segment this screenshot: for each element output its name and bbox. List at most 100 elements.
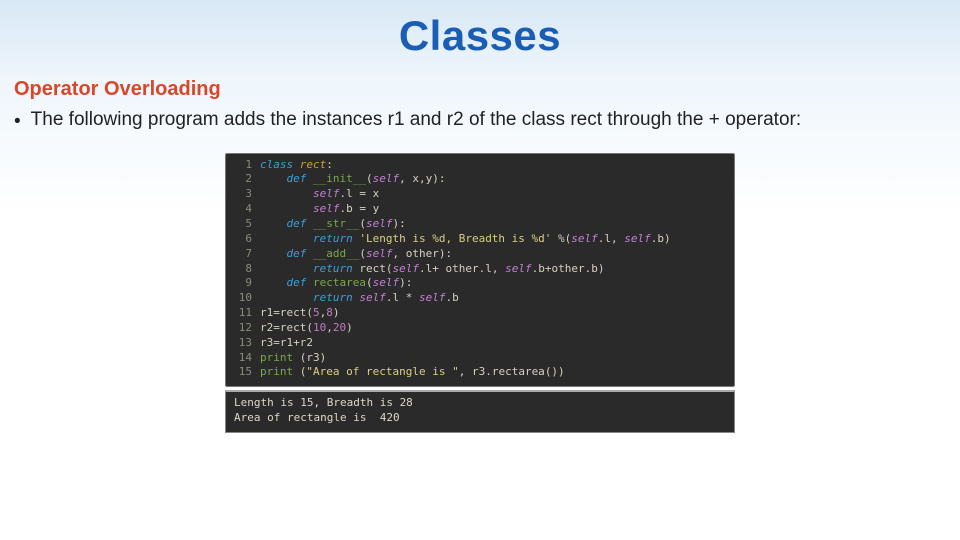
code-token: l [346,187,353,202]
code-token: , [492,262,505,277]
line-number: 15 [230,365,252,380]
code-token: 10 [313,321,326,336]
code-line: 6 return 'Length is %d, Breadth is %d' %… [230,232,726,247]
line-number: 13 [230,336,252,351]
code-token [260,202,313,217]
line-number: 12 [230,321,252,336]
code-token: = [353,187,373,202]
code-token [260,247,287,262]
code-token: ()) [545,365,565,380]
code-token: ): [392,217,405,232]
code-token: rect [359,262,386,277]
code-token: ( [306,306,313,321]
code-token: self [373,172,400,187]
code-token: return [313,291,353,306]
code-line: 7 def __add__(self, other): [230,247,726,262]
code-token: self [359,291,386,306]
code-token: . [598,232,605,247]
code-token: . [585,262,592,277]
code-token: x [412,172,419,187]
code-line: 11r1=rect(5,8) [230,306,726,321]
code-token: x [373,187,380,202]
code-line: 14print (r3) [230,351,726,366]
code-line: 2 def __init__(self, x,y): [230,172,726,187]
code-line: 3 self.l = x [230,187,726,202]
code-token [306,276,313,291]
line-number: 8 [230,262,252,277]
line-number: 9 [230,276,252,291]
line-number: 7 [230,247,252,262]
line-number: 5 [230,217,252,232]
code-token: self [419,291,446,306]
code-token: self [624,232,651,247]
code-token: rect [280,321,307,336]
code-token: . [339,187,346,202]
bullet-item: • The following program adds the instanc… [14,107,946,135]
code-line: 12r2=rect(10,20) [230,321,726,336]
code-token: self [313,187,340,202]
code-token: = [273,336,280,351]
code-token: return [313,232,353,247]
code-token: other [551,262,584,277]
code-token [260,187,313,202]
code-token [293,158,300,173]
code-token: ( [366,172,373,187]
line-number: 14 [230,351,252,366]
code-token [353,232,360,247]
code-token: ( [306,321,313,336]
code-token: l [485,262,492,277]
code-token: self [366,247,393,262]
code-token: r2 [300,336,313,351]
code-token: . [419,262,426,277]
code-token: ( [366,276,373,291]
code-token: def [287,217,307,232]
code-token: self [373,276,400,291]
code-token [306,172,313,187]
code-token: = [353,202,373,217]
code-token: . [651,232,658,247]
code-example: 1class rect:2 def __init__(self, x,y):3 … [225,153,735,433]
code-token [353,291,360,306]
code-token [353,262,360,277]
code-token: print [260,351,293,366]
code-token: self [571,232,598,247]
code-token: other [445,262,478,277]
code-token: b [346,202,353,217]
code-token: . [445,291,452,306]
code-token: b [657,232,664,247]
code-token [306,217,313,232]
code-token: ( [359,217,366,232]
code-token: r1 [280,336,293,351]
code-token: %( [551,232,571,247]
code-token: ( [293,351,306,366]
code-token: 'Length is %d, Breadth is %d' [359,232,551,247]
code-token: def [287,172,307,187]
code-token: + [293,336,300,351]
code-token: "Area of rectangle is " [306,365,458,380]
line-number: 6 [230,232,252,247]
code-token: ( [293,365,306,380]
code-token: , [326,321,333,336]
code-line: 13r3=r1+r2 [230,336,726,351]
code-token: = [273,321,280,336]
section-heading: Operator Overloading [14,78,960,101]
code-editor: 1class rect:2 def __init__(self, x,y):3 … [225,153,735,388]
code-token [260,276,287,291]
code-token: , [392,247,405,262]
code-token: 20 [333,321,346,336]
code-token [260,172,287,187]
code-token [260,291,313,306]
code-token: = [273,306,280,321]
code-token: other [406,247,439,262]
code-token: rectarea [313,276,366,291]
line-number: 4 [230,202,252,217]
code-token: y [373,202,380,217]
code-token: 8 [326,306,333,321]
code-token: . [485,365,492,380]
code-token: r2 [260,321,273,336]
code-token: ) [598,262,605,277]
code-token: rectarea [492,365,545,380]
code-token: ) [333,306,340,321]
code-token: + [545,262,552,277]
line-number: 1 [230,158,252,173]
